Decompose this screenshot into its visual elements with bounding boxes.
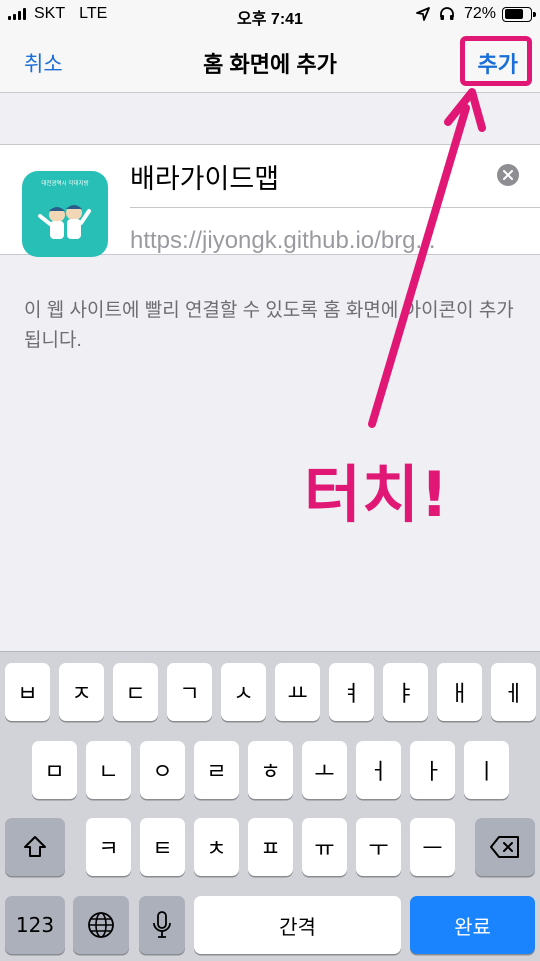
backspace-key[interactable] — [475, 818, 535, 876]
key-row3-2[interactable]: ㅊ — [194, 818, 239, 876]
key-row3-4[interactable]: ㅠ — [302, 818, 347, 876]
key-row2-8[interactable]: ㅣ — [464, 741, 509, 799]
clear-text-button[interactable] — [497, 164, 519, 186]
bookmark-card: 대전광역시 각대지방 https://jiyongk.github.io/brg… — [0, 144, 540, 257]
card-divider — [130, 207, 540, 208]
bookmark-url: https://jiyongk.github.io/brg... — [130, 227, 436, 254]
location-icon — [416, 7, 430, 21]
key-row1-5[interactable]: ㅛ — [275, 663, 320, 721]
key-row2-7[interactable]: ㅏ — [410, 741, 455, 799]
navigation-bar: 취소 홈 화면에 추가 추가 — [0, 30, 540, 93]
key-row2-4[interactable]: ㅎ — [248, 741, 293, 799]
keyboard: ㅂㅈㄷㄱㅅㅛㅕㅑㅐㅔ ㅁㄴㅇㄹㅎㅗㅓㅏㅣ ㅋㅌㅊㅍㅠㅜㅡ 123 간격 완료 — [0, 651, 540, 961]
globe-icon — [88, 912, 114, 938]
key-row2-2[interactable]: ㅇ — [140, 741, 185, 799]
annotation-text: 터치! — [304, 458, 450, 531]
battery-percent: 72% — [463, 5, 496, 22]
headphones-icon — [440, 7, 454, 20]
bookmark-name-input[interactable] — [130, 153, 510, 199]
key-row1-2[interactable]: ㄷ — [113, 663, 158, 721]
microphone-key[interactable] — [139, 896, 185, 954]
space-key[interactable]: 간격 — [194, 896, 401, 954]
key-row3-5[interactable]: ㅜ — [356, 818, 401, 876]
key-row3-3[interactable]: ㅍ — [248, 818, 293, 876]
backspace-icon — [490, 836, 519, 858]
key-row2-5[interactable]: ㅗ — [302, 741, 347, 799]
mascot-icon — [38, 205, 91, 239]
shift-icon — [24, 836, 46, 857]
key-row1-3[interactable]: ㄱ — [167, 663, 212, 721]
key-row2-6[interactable]: ㅓ — [356, 741, 401, 799]
microphone-icon — [153, 911, 171, 938]
key-row1-7[interactable]: ㅑ — [383, 663, 428, 721]
app-icon: 대전광역시 각대지방 — [22, 171, 108, 257]
key-row2-3[interactable]: ㄹ — [194, 741, 239, 799]
add-button-highlight — [460, 36, 532, 86]
key-row1-8[interactable]: ㅐ — [437, 663, 482, 721]
key-row1-4[interactable]: ㅅ — [221, 663, 266, 721]
done-key[interactable]: 완료 — [410, 896, 535, 954]
numbers-key[interactable]: 123 — [5, 896, 65, 954]
key-row1-0[interactable]: ㅂ — [5, 663, 50, 721]
key-row2-0[interactable]: ㅁ — [32, 741, 77, 799]
key-row3-0[interactable]: ㅋ — [86, 818, 131, 876]
helper-text: 이 웹 사이트에 빨리 연결할 수 있도록 홈 화면에 아이콘이 추가됩니다. — [24, 300, 514, 351]
key-row1-1[interactable]: ㅈ — [59, 663, 104, 721]
key-row3-6[interactable]: ㅡ — [410, 818, 455, 876]
key-row3-1[interactable]: ㅌ — [140, 818, 185, 876]
close-icon — [503, 170, 513, 180]
key-row1-6[interactable]: ㅕ — [329, 663, 374, 721]
shift-key[interactable] — [5, 818, 65, 876]
globe-key[interactable] — [73, 896, 129, 954]
status-bar: SKT LTE 오후 7:41 72% — [0, 0, 540, 30]
battery-icon — [502, 6, 536, 22]
key-row2-1[interactable]: ㄴ — [86, 741, 131, 799]
page-title: 홈 화면에 추가 — [203, 52, 337, 77]
key-row1-9[interactable]: ㅔ — [491, 663, 536, 721]
